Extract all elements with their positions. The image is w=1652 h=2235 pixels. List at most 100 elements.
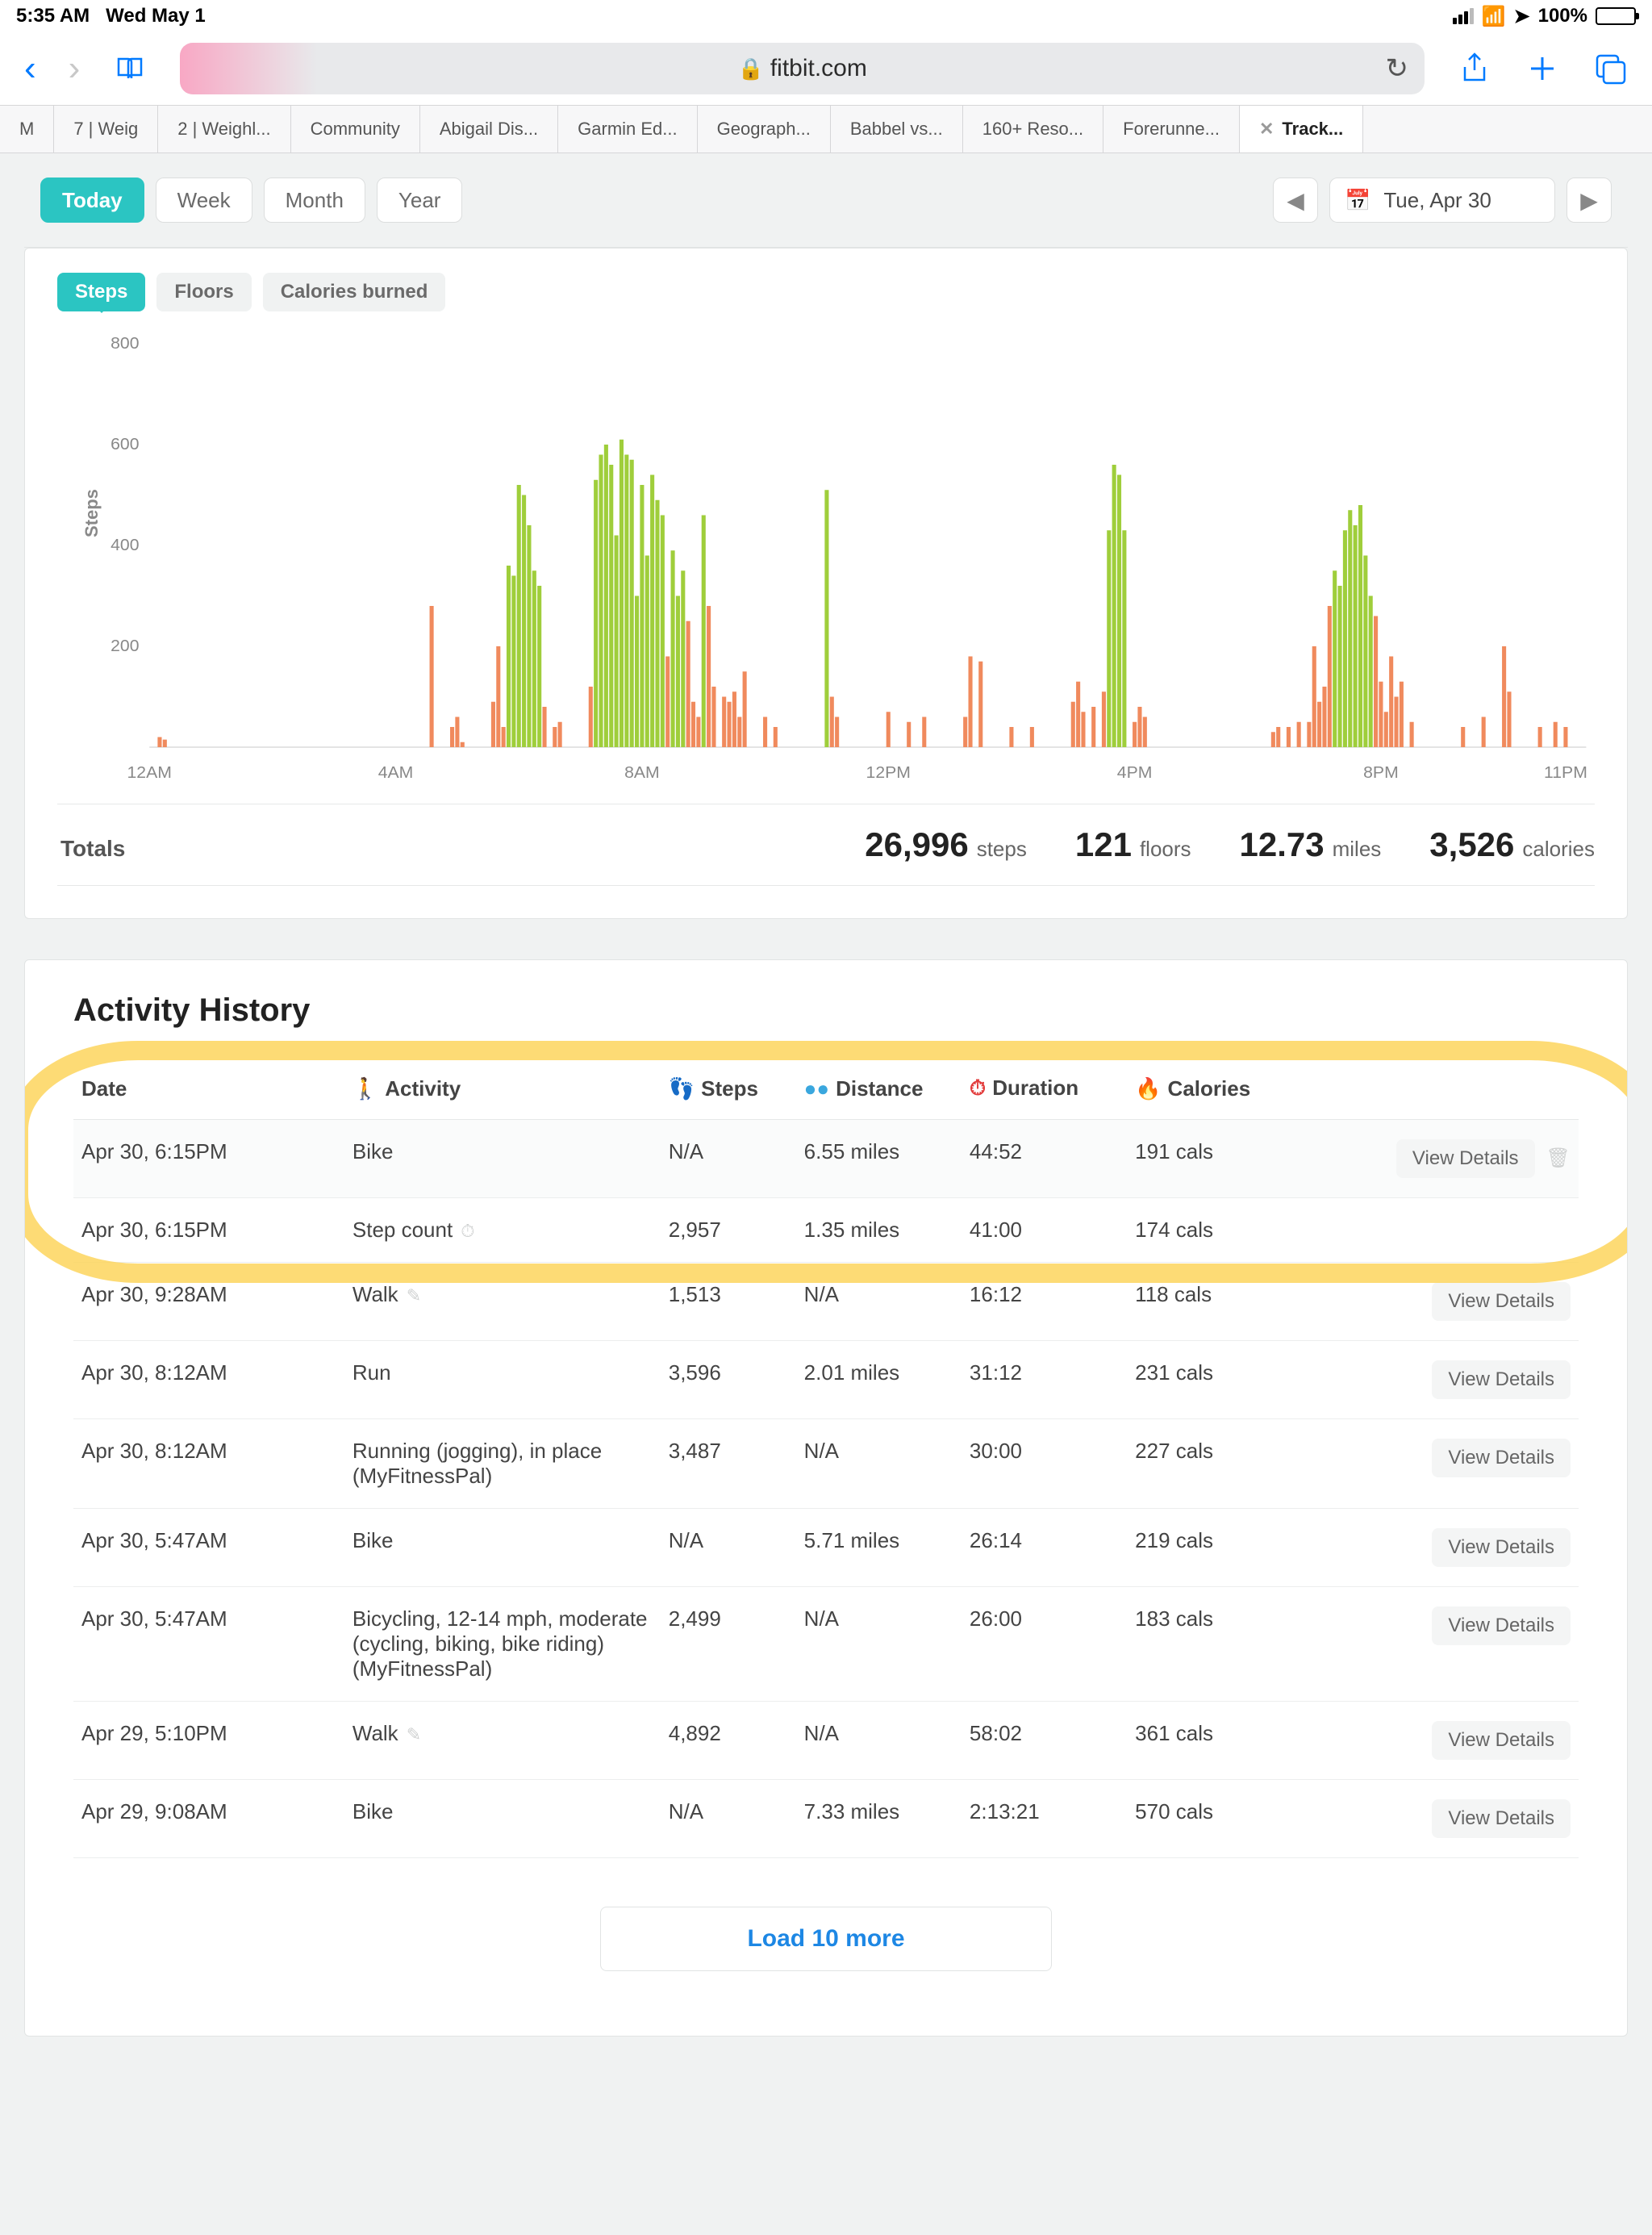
battery-pct: 100%	[1538, 5, 1587, 27]
browser-tab[interactable]: 7 | Weig	[54, 106, 158, 152]
address-bar[interactable]: 🔒 fitbit.com ↻	[180, 43, 1425, 94]
edit-icon[interactable]: ✎	[407, 1285, 421, 1305]
cell: 26:00	[962, 1587, 1127, 1702]
cell: Apr 30, 5:47AM	[73, 1587, 344, 1702]
browser-tab-strip: M7 | Weig 2 | Weighl... Community Abigail D…	[0, 105, 1652, 153]
browser-tab[interactable]: 160+ Reso...	[963, 106, 1103, 152]
browser-tab[interactable]: Garmin Ed...	[558, 106, 697, 152]
bookmarks-icon[interactable]	[112, 51, 148, 86]
tab-label: 2 | Weighl...	[177, 119, 270, 140]
status-time: 5:35 AM	[16, 5, 90, 27]
activity-history-card: Activity History Date 🚶Activity 👣Steps ●…	[24, 959, 1628, 2037]
col-date[interactable]: Date	[73, 1058, 344, 1120]
load-more-button[interactable]: Load 10 more	[600, 1907, 1052, 1971]
col-distance[interactable]: ●●Distance	[796, 1058, 962, 1120]
view-details-button[interactable]: View Details	[1432, 1439, 1571, 1477]
next-day-button[interactable]: ▶	[1566, 178, 1612, 223]
trash-icon[interactable]: 🗑	[1546, 1147, 1571, 1169]
steps-chart-card: Steps Floors Calories burned Steps 20040…	[24, 248, 1628, 919]
cell: 58:02	[962, 1702, 1127, 1780]
cell: 219 cals	[1127, 1509, 1308, 1587]
tab-label: Geograph...	[717, 119, 811, 140]
stopwatch-icon: ⏱	[461, 1221, 474, 1241]
view-details-button[interactable]: View Details	[1432, 1799, 1571, 1838]
totals-row: Totals 26,996steps 121floors 12.73miles …	[57, 804, 1595, 886]
cell: N/A	[796, 1587, 962, 1702]
chip-steps[interactable]: Steps	[57, 273, 145, 311]
edit-icon[interactable]: ✎	[407, 1724, 421, 1744]
view-details-button[interactable]: View Details	[1432, 1360, 1571, 1399]
cell: 191 cals	[1127, 1120, 1308, 1198]
reload-icon[interactable]: ↻	[1386, 52, 1409, 85]
distance-icon: ●●	[804, 1076, 829, 1101]
prev-day-button[interactable]: ◀	[1273, 178, 1318, 223]
close-tab-icon[interactable]: ✕	[1259, 119, 1274, 140]
cell: Walk✎	[344, 1702, 661, 1780]
cell: 5.71 miles	[796, 1509, 962, 1587]
cell: 174 cals	[1127, 1198, 1308, 1263]
totals-label: Totals	[57, 836, 125, 862]
cell: Bike	[344, 1780, 661, 1858]
total-steps: 26,996	[865, 825, 968, 864]
forward-button[interactable]: ›	[69, 51, 81, 86]
tab-label: Community	[311, 119, 400, 140]
cell: Apr 29, 5:10PM	[73, 1702, 344, 1780]
browser-tab[interactable]: 2 | Weighl...	[158, 106, 290, 152]
svg-text:12PM: 12PM	[866, 764, 911, 782]
view-details-button[interactable]: View Details	[1432, 1282, 1571, 1321]
cell: 2.01 miles	[796, 1341, 962, 1419]
activity-table: Date 🚶Activity 👣Steps ●●Distance ⏱Durati…	[73, 1058, 1579, 1858]
new-tab-icon[interactable]	[1525, 51, 1560, 86]
cell: 3,596	[661, 1341, 796, 1419]
chip-floors[interactable]: Floors	[156, 273, 251, 311]
cell: 183 cals	[1127, 1587, 1308, 1702]
tabs-icon[interactable]	[1592, 51, 1628, 86]
date-picker[interactable]: 📅 Tue, Apr 30	[1329, 178, 1555, 223]
browser-tab[interactable]: ✕ Track...	[1240, 106, 1363, 152]
tab-label: Garmin Ed...	[578, 119, 677, 140]
col-steps[interactable]: 👣Steps	[661, 1058, 796, 1120]
cell: N/A	[661, 1509, 796, 1587]
view-details-button[interactable]: View Details	[1432, 1721, 1571, 1760]
cell: 570 cals	[1127, 1780, 1308, 1858]
cell: Bike	[344, 1509, 661, 1587]
col-calories[interactable]: 🔥Calories	[1127, 1058, 1308, 1120]
col-duration[interactable]: ⏱Duration	[962, 1058, 1127, 1120]
browser-tab[interactable]: Abigail Dis...	[420, 106, 558, 152]
browser-tab[interactable]: M	[0, 106, 54, 152]
loading-gradient	[180, 43, 317, 94]
cell: Step count⏱	[344, 1198, 661, 1263]
tab-label: Forerunne...	[1123, 119, 1220, 140]
col-activity[interactable]: 🚶Activity	[344, 1058, 661, 1120]
svg-text:8AM: 8AM	[624, 764, 660, 782]
table-row: Apr 29, 5:10PMWalk✎4,892N/A58:02361 cals…	[73, 1702, 1579, 1780]
view-details-button[interactable]: View Details	[1396, 1139, 1535, 1178]
browser-tab[interactable]: Forerunne...	[1103, 106, 1240, 152]
tab-label: 160+ Reso...	[982, 119, 1083, 140]
share-icon[interactable]	[1457, 51, 1492, 86]
table-row: Apr 30, 9:28AMWalk✎1,513N/A16:12118 cals…	[73, 1263, 1579, 1341]
browser-tab[interactable]: Geograph...	[698, 106, 831, 152]
wifi-icon: 📶	[1482, 5, 1506, 28]
period-today[interactable]: Today	[40, 178, 144, 223]
chart-svg: 20040060080012AM4AM8AM12PM4PM8PM11PM	[90, 336, 1595, 787]
tab-label: Track...	[1282, 119, 1343, 140]
back-button[interactable]: ‹	[24, 51, 36, 86]
calendar-icon: 📅	[1345, 188, 1370, 213]
chip-calories[interactable]: Calories burned	[263, 273, 446, 311]
total-miles: 12.73	[1240, 825, 1325, 864]
period-week[interactable]: Week	[156, 178, 252, 223]
cell: 2:13:21	[962, 1780, 1127, 1858]
cell: Apr 29, 9:08AM	[73, 1780, 344, 1858]
tab-label: Babbel vs...	[850, 119, 943, 140]
browser-tab[interactable]: Babbel vs...	[831, 106, 963, 152]
cell: Bicycling, 12-14 mph, moderate (cycling,…	[344, 1587, 661, 1702]
view-details-button[interactable]: View Details	[1432, 1606, 1571, 1645]
period-year[interactable]: Year	[377, 178, 463, 223]
view-details-button[interactable]: View Details	[1432, 1528, 1571, 1567]
period-month[interactable]: Month	[264, 178, 365, 223]
safari-toolbar: ‹ › 🔒 fitbit.com ↻	[0, 32, 1652, 105]
browser-tab[interactable]: Community	[291, 106, 420, 152]
cell: N/A	[796, 1702, 962, 1780]
date-display: Tue, Apr 30	[1383, 188, 1491, 213]
